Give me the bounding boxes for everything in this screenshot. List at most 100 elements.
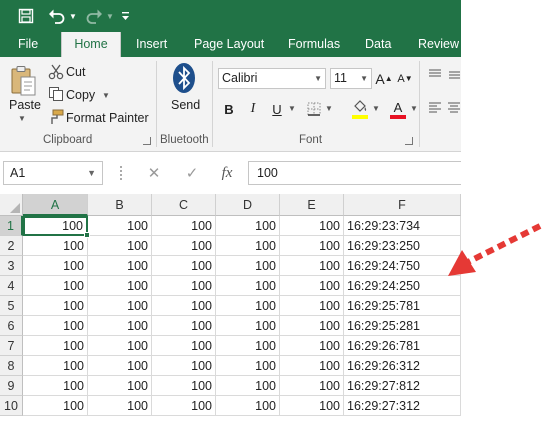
cell-e5[interactable]: 100 xyxy=(280,296,344,316)
undo-dropdown-icon[interactable]: ▼ xyxy=(68,6,78,26)
italic-button[interactable]: I xyxy=(244,99,262,119)
row-header-3[interactable]: 3 xyxy=(0,256,23,276)
insert-function-icon[interactable]: fx xyxy=(216,162,238,184)
cell-b4[interactable]: 100 xyxy=(88,276,152,296)
cell-a3[interactable]: 100 xyxy=(23,256,88,276)
name-box[interactable]: A1 ▼ xyxy=(3,161,103,185)
copy-icon[interactable] xyxy=(48,86,64,102)
cut-icon[interactable] xyxy=(48,64,64,80)
fill-color-dropdown-icon[interactable]: ▼ xyxy=(372,104,380,113)
cell-e9[interactable]: 100 xyxy=(280,376,344,396)
cell-d9[interactable]: 100 xyxy=(216,376,280,396)
cell-d7[interactable]: 100 xyxy=(216,336,280,356)
cell-b6[interactable]: 100 xyxy=(88,316,152,336)
tab-file[interactable]: File xyxy=(10,32,46,57)
cell-b7[interactable]: 100 xyxy=(88,336,152,356)
bluetooth-icon[interactable] xyxy=(172,62,196,94)
cell-d8[interactable]: 100 xyxy=(216,356,280,376)
fill-color-icon[interactable] xyxy=(350,97,370,121)
cell-e3[interactable]: 100 xyxy=(280,256,344,276)
align-center-icon[interactable] xyxy=(447,99,461,115)
copy-dropdown-icon[interactable]: ▼ xyxy=(102,91,110,100)
cell-a6[interactable]: 100 xyxy=(23,316,88,336)
tab-data[interactable]: Data xyxy=(357,32,399,57)
formula-input[interactable]: 100 xyxy=(248,161,461,185)
row-header-10[interactable]: 10 xyxy=(0,396,23,416)
cell-e4[interactable]: 100 xyxy=(280,276,344,296)
cell-a1[interactable]: 100 xyxy=(23,216,88,236)
cell-d2[interactable]: 100 xyxy=(216,236,280,256)
paste-icon[interactable] xyxy=(8,64,38,98)
cell-f9[interactable]: 16:29:27:812 xyxy=(344,376,461,396)
clipboard-launcher-icon[interactable] xyxy=(143,137,151,145)
tab-review[interactable]: Review xyxy=(410,32,461,57)
tab-page-layout[interactable]: Page Layout xyxy=(186,32,272,57)
cell-a4[interactable]: 100 xyxy=(23,276,88,296)
enter-icon[interactable]: ✓ xyxy=(181,162,203,184)
cell-b5[interactable]: 100 xyxy=(88,296,152,316)
cell-e2[interactable]: 100 xyxy=(280,236,344,256)
customize-qat-icon[interactable] xyxy=(119,6,131,26)
cancel-icon[interactable]: ✕ xyxy=(143,162,165,184)
font-size-combo[interactable]: 11 ▼ xyxy=(330,68,372,89)
tab-insert[interactable]: Insert xyxy=(128,32,175,57)
cell-b10[interactable]: 100 xyxy=(88,396,152,416)
borders-icon[interactable] xyxy=(305,99,323,119)
cell-a8[interactable]: 100 xyxy=(23,356,88,376)
cell-a5[interactable]: 100 xyxy=(23,296,88,316)
cell-f5[interactable]: 16:29:25:781 xyxy=(344,296,461,316)
bold-button[interactable]: B xyxy=(220,99,238,119)
cell-d6[interactable]: 100 xyxy=(216,316,280,336)
cell-c9[interactable]: 100 xyxy=(152,376,216,396)
cell-a9[interactable]: 100 xyxy=(23,376,88,396)
paste-button[interactable]: Paste xyxy=(9,98,41,112)
save-icon[interactable] xyxy=(15,6,37,26)
cell-f6[interactable]: 16:29:25:281 xyxy=(344,316,461,336)
borders-dropdown-icon[interactable]: ▼ xyxy=(325,104,333,113)
font-color-icon[interactable]: A xyxy=(388,97,408,121)
align-middle-icon[interactable] xyxy=(447,67,461,83)
cell-c4[interactable]: 100 xyxy=(152,276,216,296)
send-button[interactable]: Send xyxy=(171,98,200,112)
column-header-d[interactable]: D xyxy=(216,194,280,216)
undo-icon[interactable] xyxy=(46,6,68,26)
column-header-a[interactable]: A xyxy=(23,194,88,216)
cell-d10[interactable]: 100 xyxy=(216,396,280,416)
cell-f8[interactable]: 16:29:26:312 xyxy=(344,356,461,376)
row-header-8[interactable]: 8 xyxy=(0,356,23,376)
cell-b1[interactable]: 100 xyxy=(88,216,152,236)
cell-e7[interactable]: 100 xyxy=(280,336,344,356)
cell-f10[interactable]: 16:29:27:312 xyxy=(344,396,461,416)
font-color-dropdown-icon[interactable]: ▼ xyxy=(410,104,418,113)
row-header-6[interactable]: 6 xyxy=(0,316,23,336)
row-header-5[interactable]: 5 xyxy=(0,296,23,316)
cell-c5[interactable]: 100 xyxy=(152,296,216,316)
cut-button[interactable]: Cut xyxy=(66,65,85,79)
cell-e8[interactable]: 100 xyxy=(280,356,344,376)
column-header-c[interactable]: C xyxy=(152,194,216,216)
paste-dropdown-icon[interactable]: ▼ xyxy=(18,114,26,123)
underline-dropdown-icon[interactable]: ▼ xyxy=(288,104,296,113)
cell-d4[interactable]: 100 xyxy=(216,276,280,296)
cell-e10[interactable]: 100 xyxy=(280,396,344,416)
grow-font-icon[interactable]: A ▲ xyxy=(375,68,393,89)
row-header-2[interactable]: 2 xyxy=(0,236,23,256)
font-name-combo[interactable]: Calibri ▼ xyxy=(218,68,326,89)
format-painter-icon[interactable] xyxy=(48,109,64,125)
row-header-1[interactable]: 1 xyxy=(0,216,23,236)
tab-home[interactable]: Home xyxy=(61,32,121,57)
redo-icon[interactable] xyxy=(83,6,105,26)
cell-a10[interactable]: 100 xyxy=(23,396,88,416)
cell-c8[interactable]: 100 xyxy=(152,356,216,376)
cell-c1[interactable]: 100 xyxy=(152,216,216,236)
row-header-7[interactable]: 7 xyxy=(0,336,23,356)
copy-button[interactable]: Copy xyxy=(66,88,95,102)
cell-d3[interactable]: 100 xyxy=(216,256,280,276)
column-header-f[interactable]: F xyxy=(344,194,461,216)
cell-b3[interactable]: 100 xyxy=(88,256,152,276)
cell-c10[interactable]: 100 xyxy=(152,396,216,416)
redo-dropdown-icon[interactable]: ▼ xyxy=(105,6,115,26)
shrink-font-icon[interactable]: A ▼ xyxy=(396,68,414,89)
cell-f7[interactable]: 16:29:26:781 xyxy=(344,336,461,356)
underline-button[interactable]: U xyxy=(268,99,286,119)
